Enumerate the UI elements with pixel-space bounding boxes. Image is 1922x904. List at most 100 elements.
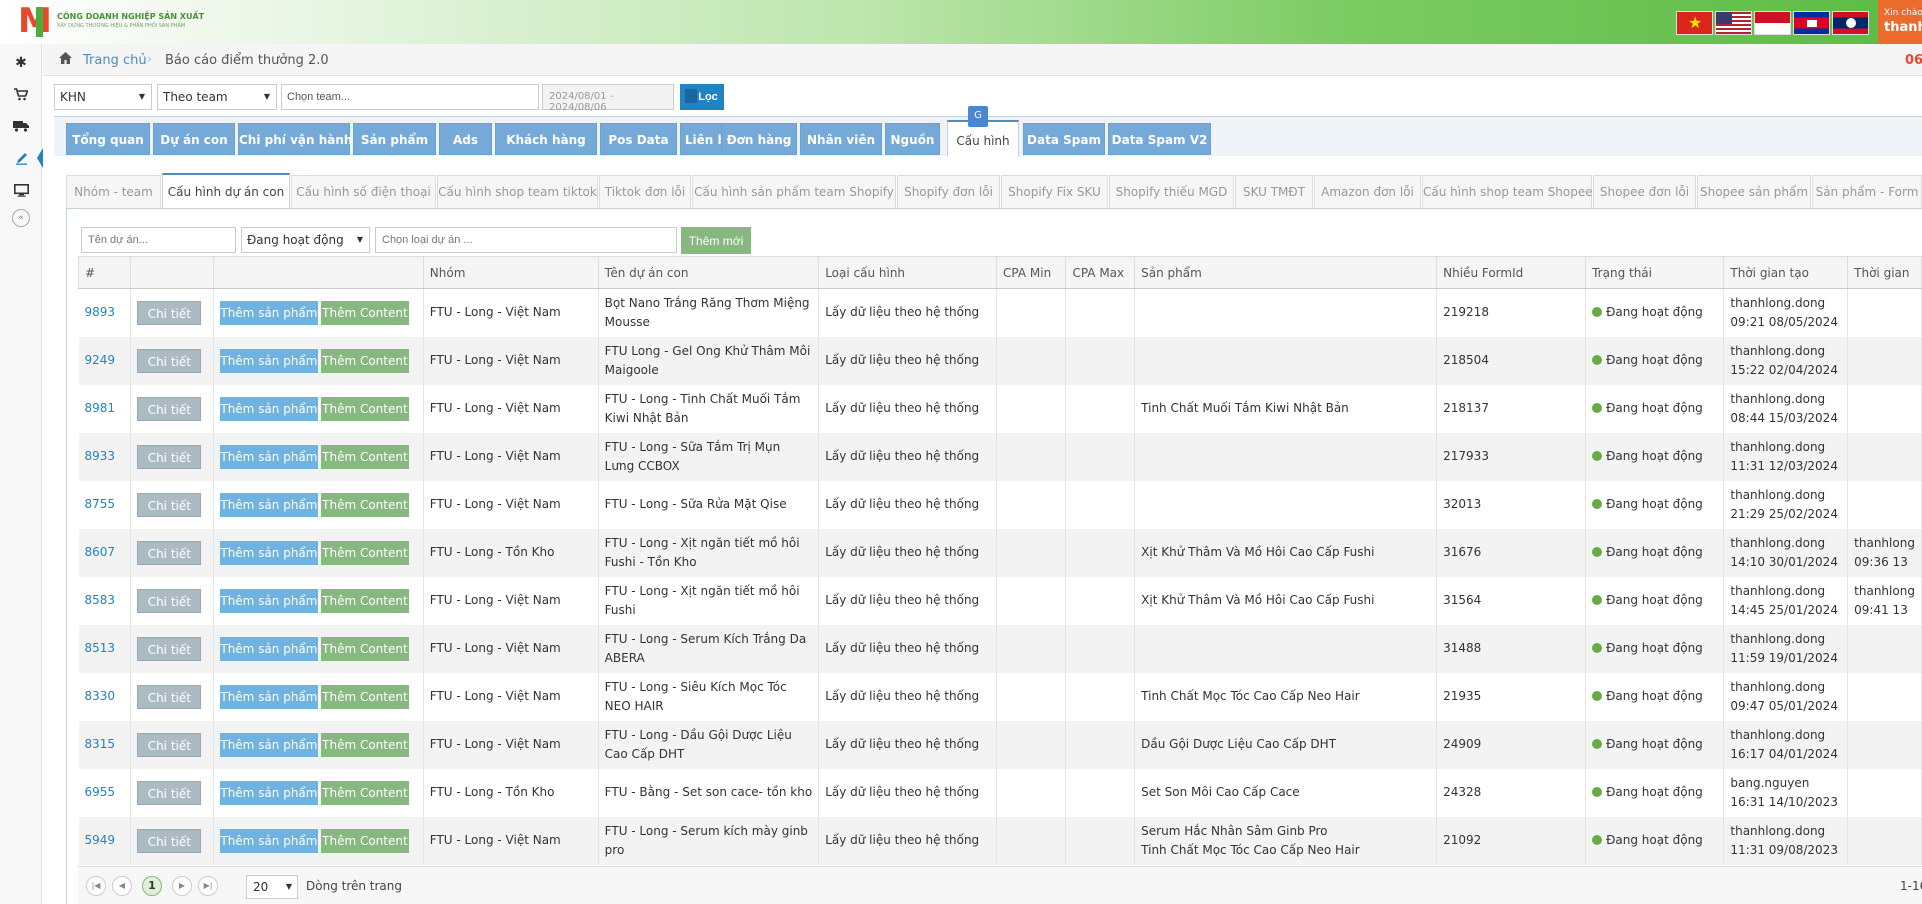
row-id-link[interactable]: 9893	[78, 288, 132, 337]
add-content-button[interactable]: Thêm Content	[320, 540, 409, 565]
subtab-cau-hinh-shop-team-tiktok[interactable]: Cấu hình shop team tiktok	[437, 175, 598, 209]
subtab-shopify-thieu-mgd[interactable]: Shopify thiếu MGD	[1109, 175, 1234, 209]
current-page-button[interactable]: 1	[142, 876, 162, 896]
add-new-button[interactable]: Thêm mới	[681, 227, 751, 254]
subtab-shopify-don-loi[interactable]: Shopify đơn lỗi	[897, 175, 1000, 209]
truck-icon[interactable]	[0, 111, 42, 141]
add-content-button[interactable]: Thêm Content	[320, 732, 409, 757]
add-content-button[interactable]: Thêm Content	[320, 396, 409, 421]
add-product-button[interactable]: Thêm sản phẩm	[219, 588, 318, 613]
subtab-shopee-san-pham[interactable]: Shopee sản phẩm	[1697, 175, 1811, 209]
subtab-san-pham-form[interactable]: Sản phẩm - Form	[1812, 175, 1922, 209]
add-content-button[interactable]: Thêm Content	[320, 684, 409, 709]
row-id-link[interactable]: 8330	[78, 672, 132, 721]
subtab-amazon-don-loi[interactable]: Amazon đơn lỗi	[1314, 175, 1421, 209]
la-flag-icon[interactable]	[1832, 11, 1869, 35]
row-id-link[interactable]: 6955	[78, 768, 132, 817]
prev-page-button[interactable]: ◀	[112, 876, 132, 896]
detail-button[interactable]: Chi tiết	[137, 348, 202, 373]
add-content-button[interactable]: Thêm Content	[320, 348, 409, 373]
tab-khach-hang[interactable]: Khách hàng	[495, 123, 597, 155]
id-flag-icon[interactable]	[1754, 11, 1791, 35]
subtab-cau-hinh-san-pham-team-shopify[interactable]: Cấu hình sản phẩm team Shopify	[692, 175, 896, 209]
next-page-button[interactable]: ▶	[172, 876, 192, 896]
pencil-icon[interactable]	[0, 143, 43, 173]
add-product-button[interactable]: Thêm sản phẩm	[219, 684, 318, 709]
add-content-button[interactable]: Thêm Content	[320, 780, 409, 805]
add-product-button[interactable]: Thêm sản phẩm	[219, 492, 318, 517]
collapse-sidebar-button[interactable]: «	[12, 209, 30, 227]
add-product-button[interactable]: Thêm sản phẩm	[219, 828, 318, 853]
detail-button[interactable]: Chi tiết	[137, 396, 202, 421]
add-content-button[interactable]: Thêm Content	[320, 492, 409, 517]
row-id-link[interactable]: 8933	[78, 432, 132, 481]
us-flag-icon[interactable]	[1715, 11, 1752, 35]
subtab-sku-tmdt[interactable]: SKU TMĐT	[1235, 175, 1313, 209]
add-product-button[interactable]: Thêm sản phẩm	[219, 444, 318, 469]
detail-button[interactable]: Chi tiết	[137, 828, 202, 853]
row-id-link[interactable]: 8755	[78, 480, 132, 529]
row-id-link[interactable]: 8607	[78, 528, 132, 577]
add-product-button[interactable]: Thêm sản phẩm	[219, 780, 318, 805]
row-id-link[interactable]: 8513	[78, 624, 132, 673]
status-select[interactable]: Đang hoạt động ▼	[241, 227, 370, 253]
group-by-select[interactable]: Theo team ▼	[157, 84, 277, 110]
tab-du-an-con[interactable]: Dự án con	[153, 123, 235, 155]
detail-button[interactable]: Chi tiết	[137, 780, 202, 805]
page-size-select[interactable]: 20 ▼	[246, 875, 298, 899]
tab-ads[interactable]: Ads	[439, 123, 492, 155]
cart-icon[interactable]	[0, 79, 42, 109]
market-select[interactable]: KHN ▼	[54, 84, 152, 110]
team-input[interactable]	[281, 84, 539, 110]
add-product-button[interactable]: Thêm sản phẩm	[219, 300, 318, 325]
vn-flag-icon[interactable]	[1676, 11, 1713, 35]
breadcrumb-home-link[interactable]: Trang chủ	[83, 53, 147, 68]
detail-button[interactable]: Chi tiết	[137, 444, 202, 469]
detail-button[interactable]: Chi tiết	[137, 684, 202, 709]
company-logo[interactable]: M	[18, 4, 54, 38]
add-product-button[interactable]: Thêm sản phẩm	[219, 348, 318, 373]
detail-button[interactable]: Chi tiết	[137, 492, 202, 517]
add-product-button[interactable]: Thêm sản phẩm	[219, 732, 318, 757]
add-content-button[interactable]: Thêm Content	[320, 444, 409, 469]
add-content-button[interactable]: Thêm Content	[320, 588, 409, 613]
detail-button[interactable]: Chi tiết	[137, 588, 202, 613]
first-page-button[interactable]: |◀	[86, 876, 106, 896]
tab-nguon[interactable]: Nguồn	[885, 123, 940, 155]
tab-tong-quan[interactable]: Tổng quan	[66, 123, 150, 155]
detail-button[interactable]: Chi tiết	[137, 732, 202, 757]
row-id-link[interactable]: 5949	[78, 816, 132, 865]
detail-button[interactable]: Chi tiết	[137, 540, 202, 565]
last-page-button[interactable]: ▶|	[198, 876, 218, 896]
tab-nhan-vien[interactable]: Nhân viên	[800, 123, 882, 155]
add-content-button[interactable]: Thêm Content	[320, 828, 409, 853]
subtab-tiktok-don-loi[interactable]: Tiktok đơn lỗi	[599, 175, 691, 209]
add-content-button[interactable]: Thêm Content	[320, 636, 409, 661]
tab-data-spam-v2[interactable]: Data Spam V2	[1108, 123, 1211, 155]
add-product-button[interactable]: Thêm sản phẩm	[219, 540, 318, 565]
monitor-icon[interactable]	[0, 175, 42, 205]
subtab-cau-hinh-shop-team-shopee[interactable]: Cấu hình shop team Shopee	[1422, 175, 1593, 209]
add-content-button[interactable]: Thêm Content	[320, 300, 409, 325]
detail-button[interactable]: Chi tiết	[137, 636, 202, 661]
add-product-button[interactable]: Thêm sản phẩm	[219, 636, 318, 661]
subtab-shopee-don-loi[interactable]: Shopee đơn lỗi	[1593, 175, 1696, 209]
subtab-shopify-fix-sku[interactable]: Shopify Fix SKU	[1001, 175, 1108, 209]
filter-button[interactable]: Lọc	[680, 84, 724, 110]
date-range-input[interactable]: 2024/08/01 - 2024/08/06	[542, 84, 674, 113]
tab-chi-phi-van-hanh[interactable]: Chi phí vận hành	[238, 123, 352, 155]
row-id-link[interactable]: 8583	[78, 576, 132, 625]
user-menu[interactable]: Xin chào, thanhlong.dong	[1878, 0, 1922, 44]
row-id-link[interactable]: 8315	[78, 720, 132, 769]
row-id-link[interactable]: 8981	[78, 384, 132, 433]
project-type-input[interactable]	[375, 227, 677, 253]
tab-don-hang[interactable]: Đơn hàng	[721, 123, 797, 155]
project-name-input[interactable]	[81, 227, 236, 253]
tab-san-pham[interactable]: Sản phẩm	[353, 123, 436, 155]
asterisk-icon[interactable]: ✱	[0, 48, 42, 78]
subtab-cau-hinh-du-an-con[interactable]: Cấu hình dự án con	[162, 173, 290, 210]
subtab-cau-hinh-so-dien-thoai[interactable]: Cấu hình số điện thoại	[291, 175, 436, 209]
add-product-button[interactable]: Thêm sản phẩm	[219, 396, 318, 421]
kh-flag-icon[interactable]	[1793, 11, 1830, 35]
subtab-nhom-team[interactable]: Nhóm - team	[66, 175, 161, 209]
